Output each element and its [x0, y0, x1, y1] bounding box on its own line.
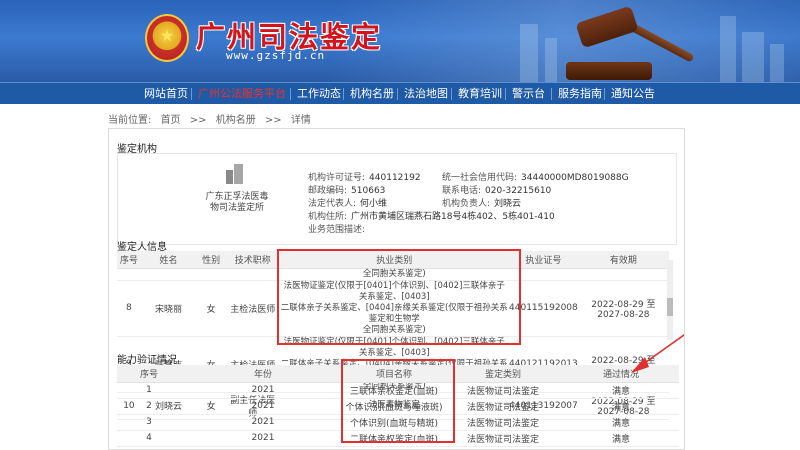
detail-panel: 鉴定机构 广东正孚法医毒物司法鉴定所 机构许可证号: 440112192 统一社会… — [108, 128, 685, 450]
manager-field: 机构负责人: 刘晓云 — [442, 199, 522, 209]
breadcrumb-current: 详情 — [290, 115, 311, 126]
column-header: 姓名 — [140, 251, 197, 269]
nav-item-warning[interactable]: 警示台 — [512, 83, 545, 105]
phone-field: 联系电话: 020-32215610 — [442, 186, 552, 196]
breadcrumb: 当前位置: 首页 >> 机构名册 >> 详情 — [108, 111, 317, 126]
nav-item-map[interactable]: 法治地图 — [404, 83, 448, 105]
breadcrumb-home[interactable]: 首页 — [161, 115, 181, 126]
nav-item-directory[interactable]: 机构名册 — [350, 83, 394, 105]
nav-item-public-service[interactable]: 广州公法服务平台 — [198, 83, 286, 105]
proficiency-section-title: 能力验证情况 — [117, 355, 177, 366]
license-field: 机构许可证号: 440112192 — [308, 173, 421, 183]
nav-item-home[interactable]: 网站首页 — [144, 83, 188, 105]
column-header: 鉴定类别 — [443, 365, 563, 383]
nav-item-training[interactable]: 教育培训 — [458, 83, 502, 105]
building-graphic — [545, 38, 557, 82]
breadcrumb-separator: >> — [189, 115, 207, 126]
column-header: 有效期 — [577, 251, 669, 269]
appraiser-name: 宋晓丽 — [140, 280, 197, 337]
address-field: 机构住所: 广州市黄埔区瑞燕石路18号4栋402、5栋401-410 — [308, 212, 555, 222]
red-arrow-annotation — [631, 334, 684, 373]
nav-item-guide[interactable]: 服务指南 — [558, 83, 602, 105]
column-header: 序号 — [117, 365, 181, 383]
building-graphic — [720, 16, 736, 82]
column-header: 序号 — [117, 251, 141, 269]
national-emblem-logo: ★ — [145, 14, 189, 62]
nav-item-news[interactable]: 工作动态 — [297, 83, 341, 105]
scope-field: 业务范围描述: — [308, 225, 366, 235]
site-url: www.gzsfjd.cn — [226, 49, 326, 62]
credit-code-value: 34440000MD8019088G — [521, 173, 629, 183]
legal-rep-value: 何小维 — [360, 199, 388, 209]
nav-item-notices[interactable]: 通知公告 — [611, 83, 655, 105]
building-graphic — [770, 44, 784, 82]
header-banner: ★ 广州司法鉴定 www.gzsfjd.cn — [0, 0, 800, 82]
address-value: 广州市黄埔区瑞燕石路18号4栋402、5栋401-410 — [351, 212, 555, 222]
breadcrumb-prefix: 当前位置: — [108, 115, 152, 126]
legal-rep-field: 法定代表人: 何小维 — [308, 199, 388, 209]
building-icon — [224, 164, 244, 184]
credit-code-field: 统一社会信用代码: 34440000MD8019088G — [442, 173, 629, 183]
manager-value: 刘晓云 — [494, 199, 522, 209]
breadcrumb-directory[interactable]: 机构名册 — [216, 115, 256, 126]
highlight-box-category — [277, 249, 521, 345]
org-name: 广东正孚法医毒物司法鉴定所 — [205, 192, 269, 213]
gavel-graphic — [560, 5, 710, 82]
column-header: 年份 — [181, 365, 345, 383]
column-header: 性别 — [196, 251, 227, 269]
org-info-box: 广东正孚法医毒物司法鉴定所 机构许可证号: 440112192 统一社会信用代码:… — [117, 153, 677, 245]
building-graphic — [520, 24, 538, 82]
main-nav: 网站首页 广州公法服务平台 工作动态 机构名册 法治地图 教育培训 警示台 服务… — [0, 82, 800, 104]
highlight-box-project — [341, 359, 455, 443]
building-graphic — [742, 32, 764, 82]
column-header: 技术职称 — [226, 251, 280, 269]
license-value: 440112192 — [369, 173, 421, 183]
postcode-field: 邮政编码: 510663 — [308, 186, 386, 196]
phone-value: 020-32215610 — [485, 186, 552, 196]
postcode-value: 510663 — [351, 186, 386, 196]
breadcrumb-separator: >> — [264, 115, 282, 126]
